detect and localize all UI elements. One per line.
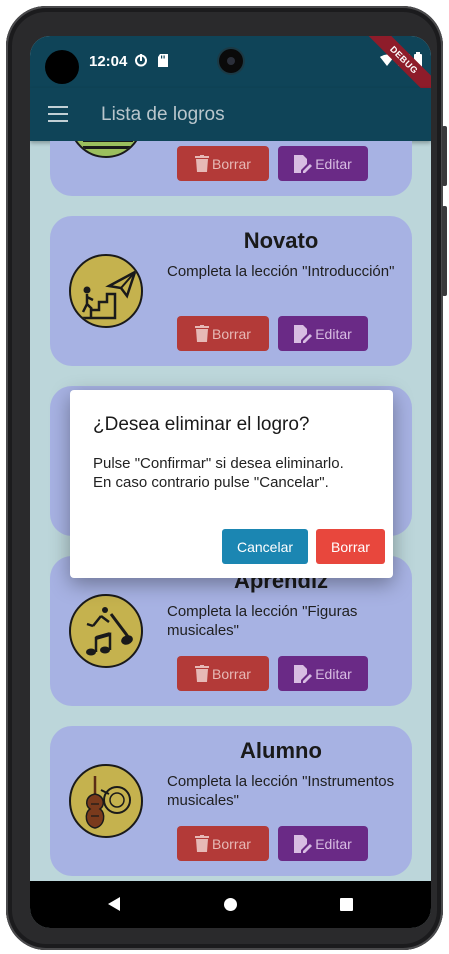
cancel-button[interactable]: Cancelar: [222, 529, 308, 564]
back-triangle-icon[interactable]: [108, 897, 120, 911]
dialog-message-line: Pulse "Confirmar" si desea eliminarlo.: [93, 455, 344, 472]
volume-button: [442, 126, 447, 186]
navigation-bar: [30, 881, 431, 928]
screen: 12:04 DEBUG Lista de logros Borrar Edita…: [30, 36, 431, 928]
dialog-message: Pulse "Confirmar" si desea eliminarlo. E…: [93, 454, 378, 492]
delete-confirmation-dialog: ¿Desea eliminar el logro? Pulse "Confirm…: [70, 390, 393, 578]
dialog-title: ¿Desea eliminar el logro?: [93, 414, 310, 435]
recents-square-icon[interactable]: [340, 898, 353, 911]
home-circle-icon[interactable]: [224, 898, 237, 911]
dialog-message-line: En caso contrario pulse "Cancelar".: [93, 474, 329, 491]
power-button: [442, 206, 447, 296]
confirm-delete-button[interactable]: Borrar: [316, 529, 385, 564]
phone-frame: 12:04 DEBUG Lista de logros Borrar Edita…: [6, 6, 447, 950]
